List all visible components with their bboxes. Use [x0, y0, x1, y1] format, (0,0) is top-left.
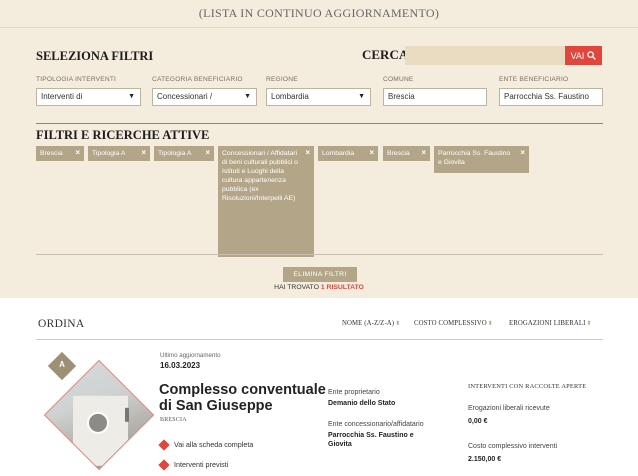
- donations-label: Erogazioni liberali ricevute: [468, 405, 550, 412]
- chip-label: Lombardia: [322, 150, 355, 157]
- comune-label: COMUNE: [383, 76, 414, 83]
- diamond-bullet-icon: [158, 458, 170, 471]
- tipologia-label: TIPOLOGIA INTERVENTI: [36, 76, 117, 83]
- close-icon[interactable]: ×: [75, 148, 80, 157]
- total-cost-label: Costo complessivo interventi: [468, 443, 558, 450]
- tipologia-value: Interventi di: [41, 92, 83, 101]
- active-filter-chip[interactable]: Tipologia A ×: [154, 146, 214, 161]
- active-filter-chip[interactable]: Tipologia A ×: [88, 146, 150, 161]
- close-icon[interactable]: ×: [141, 148, 146, 157]
- comune-value: Brescia: [388, 92, 415, 101]
- close-icon[interactable]: ×: [421, 148, 426, 157]
- close-icon[interactable]: ×: [520, 148, 525, 157]
- categoria-value: Concessionari /: [157, 92, 213, 101]
- open-fundraising-heading: INTERVENTI CON RACCOLTE APERTE: [468, 383, 587, 390]
- search-input[interactable]: [405, 46, 565, 65]
- donations-value: 0,00 €: [468, 418, 488, 425]
- sort-by-cost[interactable]: COSTO COMPLESSIVO⬍: [414, 320, 493, 327]
- results-count: HAI TROVATO 1 RISULTATO: [0, 284, 638, 291]
- search-button[interactable]: VAI: [565, 46, 602, 65]
- owner-label: Ente proprietario: [328, 389, 380, 396]
- chip-label: Brescia: [387, 150, 410, 157]
- categoria-label: CATEGORIA BENEFICIARIO: [152, 76, 243, 83]
- close-icon[interactable]: ×: [305, 148, 310, 157]
- chip-label: Tipologia A: [92, 150, 126, 157]
- category-badge-letter: A: [59, 360, 65, 369]
- updated-date: 16.03.2023: [160, 361, 201, 370]
- active-filter-chip[interactable]: Brescia ×: [36, 146, 84, 161]
- photo-cross: [125, 407, 129, 422]
- filters-divider: [36, 123, 603, 124]
- active-divider: [36, 254, 603, 255]
- active-filter-chip[interactable]: Brescia ×: [383, 146, 430, 161]
- full-sheet-label: Vai alla scheda completa: [174, 440, 254, 449]
- regione-value: Lombardia: [271, 92, 309, 101]
- close-icon[interactable]: ×: [369, 148, 374, 157]
- concessionaire-value: Parrocchia Ss. Faustino e Giovita: [328, 432, 414, 448]
- ente-input[interactable]: Parrocchia Ss. Faustino: [499, 88, 603, 106]
- comune-input[interactable]: Brescia: [383, 88, 487, 106]
- active-filter-chip[interactable]: Concessionari / Affidatari di beni cultu…: [218, 146, 314, 257]
- diamond-bullet-icon: [158, 438, 170, 451]
- filters-title: SELEZIONA FILTRI: [36, 49, 154, 63]
- chip-label: Parrocchia Ss. Faustino e Giovita: [438, 150, 511, 166]
- clear-filters-button[interactable]: ELIMINA FILTRI: [283, 267, 357, 282]
- chip-label: Concessionari / Affidatari di beni cultu…: [222, 150, 298, 202]
- sort-donations-label: EROGAZIONI LIBERALI: [509, 320, 586, 327]
- total-cost-value: 2.150,00 €: [468, 456, 502, 463]
- sort-by-name[interactable]: NOME (A-Z/Z-A)⬍: [342, 320, 400, 327]
- planned-works-link[interactable]: Interventi previsti: [158, 458, 229, 471]
- active-filters-title: FILTRI E RICERCHE ATTIVE: [36, 128, 210, 142]
- search-button-label: VAI: [570, 50, 585, 61]
- chip-label: Brescia: [40, 150, 63, 157]
- close-icon[interactable]: ×: [205, 148, 210, 157]
- sort-by-donations[interactable]: EROGAZIONI LIBERALI⬍: [509, 320, 592, 327]
- chevron-down-icon: ▼: [244, 93, 251, 100]
- photo-window: [87, 411, 109, 434]
- sort-arrows-icon: ⬍: [586, 321, 592, 327]
- updated-label: Ultimo aggiornamento: [160, 352, 221, 359]
- result-title[interactable]: Complesso conventuale di San Giuseppe: [159, 382, 329, 414]
- chevron-down-icon: ▼: [358, 93, 365, 100]
- ente-label: ENTE BENEFICIARIO: [499, 76, 569, 83]
- concessionaire-label: Ente concessionario/affidatario: [328, 421, 424, 428]
- owner-value: Demanio dello Stato: [328, 400, 396, 407]
- chevron-down-icon: ▼: [128, 93, 135, 100]
- sort-name-label: NOME (A-Z/Z-A): [342, 320, 395, 327]
- result-title-line2: di San Giuseppe: [159, 398, 273, 414]
- results-prefix: HAI TROVATO: [274, 284, 319, 291]
- list-header: (LISTA IN CONTINUO AGGIORNAMENTO): [198, 6, 440, 20]
- regione-select[interactable]: Lombardia ▼: [266, 88, 371, 106]
- full-sheet-link[interactable]: Vai alla scheda completa: [158, 438, 254, 451]
- active-filter-chip[interactable]: Lombardia ×: [318, 146, 378, 161]
- sort-title: ORDINA: [38, 318, 85, 330]
- tipologia-select[interactable]: Interventi di ▼: [36, 88, 141, 106]
- results-number: 1 RISULTATO: [320, 284, 364, 291]
- search-label: CERCA: [362, 47, 409, 62]
- search-icon: [587, 51, 597, 60]
- result-city: BRESCIA: [160, 417, 187, 423]
- chip-label: Tipologia A: [158, 150, 192, 157]
- categoria-select[interactable]: Concessionari / ▼: [152, 88, 257, 106]
- regione-label: REGIONE: [266, 76, 298, 83]
- sort-divider: [36, 339, 603, 340]
- sort-arrows-icon: ⬍: [395, 321, 401, 327]
- header-divider: [0, 27, 638, 28]
- ente-value: Parrocchia Ss. Faustino: [504, 92, 589, 101]
- planned-works-label: Interventi previsti: [174, 460, 229, 469]
- sort-arrows-icon: ⬍: [487, 321, 493, 327]
- active-filter-chip[interactable]: Parrocchia Ss. Faustino e Giovita ×: [434, 146, 529, 173]
- sort-cost-label: COSTO COMPLESSIVO: [414, 320, 487, 327]
- result-title-line1: Complesso conventuale: [159, 382, 326, 398]
